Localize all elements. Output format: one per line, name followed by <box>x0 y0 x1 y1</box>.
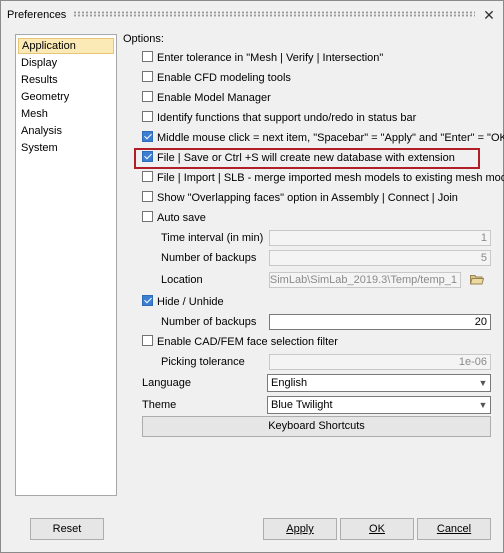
nav-item-application[interactable]: Application <box>18 38 114 54</box>
title-bar[interactable]: Preferences ✕ <box>1 1 503 29</box>
nav-item-display[interactable]: Display <box>18 55 114 71</box>
autosave-backups-label: Number of backups <box>161 252 257 264</box>
close-icon[interactable]: ✕ <box>481 7 497 23</box>
autosave-backups-input[interactable]: 5 <box>269 250 491 266</box>
checkbox[interactable] <box>142 295 153 306</box>
location-value: C:\Temp\SimLab\SimLab_2019.3\Temp/temp_1 <box>269 274 457 286</box>
picking-tolerance-input[interactable]: 1e-06 <box>269 354 491 370</box>
picking-tolerance-label: Picking tolerance <box>161 356 245 368</box>
option-label: Hide / Unhide <box>157 296 224 308</box>
checkbox[interactable] <box>142 171 153 182</box>
nav-item-geometry[interactable]: Geometry <box>18 89 114 105</box>
preferences-dialog: Preferences ✕ Application Display Result… <box>0 0 504 553</box>
chevron-down-icon[interactable]: ▼ <box>476 375 490 391</box>
checkbox[interactable] <box>142 191 153 202</box>
nav-item-analysis[interactable]: Analysis <box>18 123 114 139</box>
apply-button[interactable]: Apply <box>263 518 337 540</box>
hide-backups-input[interactable]: 20 <box>269 314 491 330</box>
checkbox[interactable] <box>142 91 153 102</box>
option-label: Enable CAD/FEM face selection filter <box>157 336 338 348</box>
hide-backups-label: Number of backups <box>161 316 257 328</box>
category-list: Application Display Results Geometry Mes… <box>15 34 117 496</box>
language-select[interactable]: English ▼ <box>267 374 491 392</box>
chevron-down-icon[interactable]: ▼ <box>476 397 490 413</box>
language-label: Language <box>142 377 191 389</box>
checkbox[interactable] <box>142 335 153 346</box>
option-label: Enable Model Manager <box>157 92 271 104</box>
time-interval-input[interactable]: 1 <box>269 230 491 246</box>
nav-item-system[interactable]: System <box>18 140 114 156</box>
time-interval-label: Time interval (in min) <box>161 232 264 244</box>
ok-button[interactable]: OK <box>340 518 414 540</box>
location-input[interactable]: C:\Temp\SimLab\SimLab_2019.3\Temp/temp_1 <box>269 272 461 288</box>
location-label: Location <box>161 274 203 286</box>
checkbox[interactable] <box>142 111 153 122</box>
options-header: Options: <box>123 33 164 45</box>
keyboard-shortcuts-button[interactable]: Keyboard Shortcuts <box>142 416 491 437</box>
option-label: Show "Overlapping faces" option in Assem… <box>157 192 458 204</box>
ok-label: OK <box>369 523 385 535</box>
option-label: Auto save <box>157 212 206 224</box>
apply-label: Apply <box>286 523 314 535</box>
option-label: Enable CFD modeling tools <box>157 72 291 84</box>
window-title: Preferences <box>7 9 67 21</box>
theme-label: Theme <box>142 399 177 411</box>
option-label: Identify functions that support undo/red… <box>157 112 417 124</box>
nav-item-results[interactable]: Results <box>18 72 114 88</box>
checkbox[interactable] <box>142 211 153 222</box>
language-value: English <box>271 377 308 389</box>
theme-value: Blue Twilight <box>271 399 333 411</box>
checkbox[interactable] <box>142 51 153 62</box>
checkbox[interactable] <box>142 71 153 82</box>
drag-grip[interactable] <box>73 11 475 17</box>
cancel-button[interactable]: Cancel <box>417 518 491 540</box>
theme-select[interactable]: Blue Twilight ▼ <box>267 396 491 414</box>
cancel-label: Cancel <box>436 523 472 535</box>
option-label: File | Import | SLB - merge imported mes… <box>157 172 504 184</box>
nav-item-mesh[interactable]: Mesh <box>18 106 114 122</box>
highlight-box <box>134 148 480 169</box>
folder-open-icon[interactable] <box>470 274 484 285</box>
reset-button[interactable]: Reset <box>30 518 104 540</box>
checkbox[interactable] <box>142 131 153 142</box>
option-label: Middle mouse click = next item, "Spaceba… <box>157 132 504 144</box>
option-label: Enter tolerance in "Mesh | Verify | Inte… <box>157 52 384 64</box>
